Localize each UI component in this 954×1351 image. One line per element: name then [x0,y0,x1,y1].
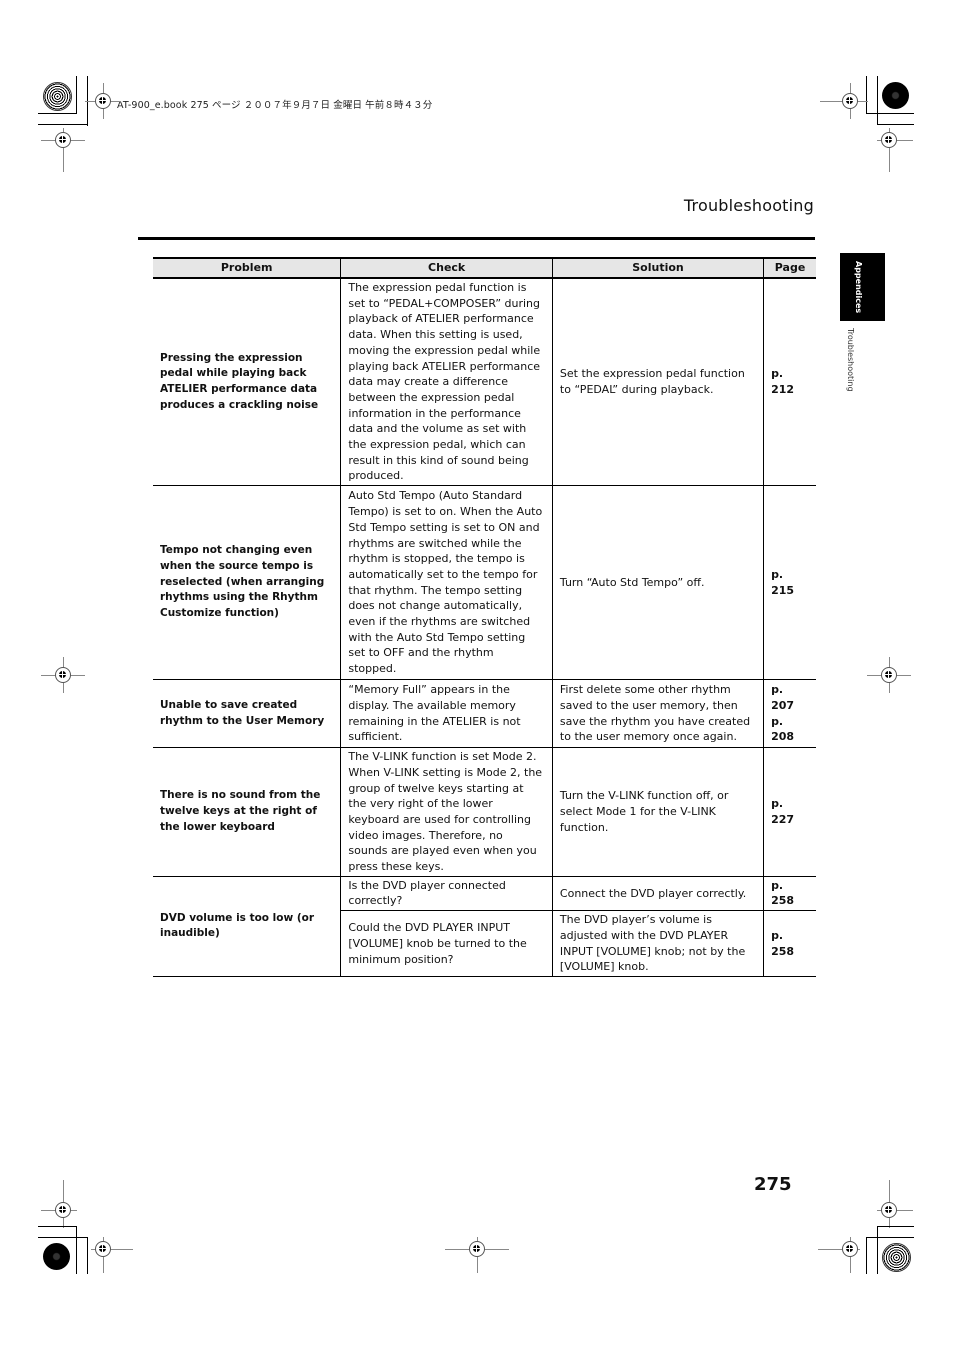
solution-cell: First delete some other rhythm saved to … [551,679,764,749]
page-reference: p. 227 [763,747,816,877]
section-title: Troubleshooting [683,196,814,215]
registration-target-top-right [882,82,909,109]
crop-mark [87,1237,88,1274]
solution-cell: Turn the V-LINK function off, or select … [551,747,764,877]
crop-mark [866,76,867,114]
crop-mark [38,124,88,125]
page-reference: p. 258 [763,876,816,912]
solution-cell: Turn “Auto Std Tempo” off. [551,485,764,681]
column-header-problem: Problem [153,257,341,279]
problem-cell: Tempo not changing even when the source … [153,485,341,681]
solution-cell: Connect the DVD player correctly. [551,876,764,912]
crop-mark [38,1226,77,1227]
registration-target-bottom-right [882,1243,911,1272]
print-header: AT-900_e.book 275 ページ ２００７年９月７日 金曜日 午前８時… [117,100,433,111]
side-tab: Appendices [840,253,885,321]
page-reference: p. 258 [763,910,816,978]
check-cell: “Memory Full” appears in the display. Th… [340,679,553,749]
page-reference-1: p. 207 [771,683,795,712]
crop-mark [877,1226,878,1274]
table-row: DVD volume is too low (or inaudible) Is … [153,876,816,978]
check-cell: The expression pedal function is set to … [340,278,553,487]
column-header-page: Page [763,257,816,279]
check-cell: Could the DVD PLAYER INPUT [VOLUME] knob… [340,910,553,978]
table-row: Unable to save created rhythm to the Use… [153,679,816,749]
page-reference: p. 215 [763,485,816,681]
problem-cell: Unable to save created rhythm to the Use… [153,679,341,749]
crop-mark [38,113,77,114]
crop-mark [38,1237,88,1238]
side-tab-sub-label: Troubleshooting [846,328,855,392]
crop-mark [866,1237,914,1238]
check-cell: Auto Std Tempo (Auto Standard Tempo) is … [340,485,553,681]
check-cell: Is the DVD player connected correctly? [340,876,553,912]
crop-mark [866,113,914,114]
solution-cell: Set the expression pedal function to “PE… [551,278,764,487]
table-header-row: Problem Check Solution Page [153,257,816,279]
crop-mark [76,76,77,114]
side-tab-label: Appendices [854,261,863,314]
page-reference: p. 207 p. 208 [763,679,816,749]
crop-mark [877,76,878,124]
title-rule [138,237,815,240]
crop-mark [76,1226,77,1274]
registration-target-top-left [43,82,72,111]
table-row: There is no sound from the twelve keys a… [153,747,816,877]
solution-cell: The DVD player’s volume is adjusted with… [551,910,764,978]
page-reference-2: p. 208 [771,714,795,744]
registration-target-bottom-left [43,1243,70,1270]
page-number: 275 [754,1174,792,1195]
crop-mark [877,1226,914,1227]
column-header-solution: Solution [551,257,764,279]
problem-cell: DVD volume is too low (or inaudible) [153,876,341,978]
column-header-check: Check [340,257,553,279]
crop-mark [877,124,914,125]
page-reference: p. 212 [763,278,816,487]
crop-mark [866,1237,867,1274]
table-row: Tempo not changing even when the source … [153,485,816,681]
table-row: Pressing the expression pedal while play… [153,278,816,487]
problem-cell: Pressing the expression pedal while play… [153,278,341,487]
check-cell: The V-LINK function is set Mode 2. When … [340,747,553,877]
problem-cell: There is no sound from the twelve keys a… [153,747,341,877]
troubleshooting-table: Problem Check Solution Page Pressing the… [153,257,816,978]
